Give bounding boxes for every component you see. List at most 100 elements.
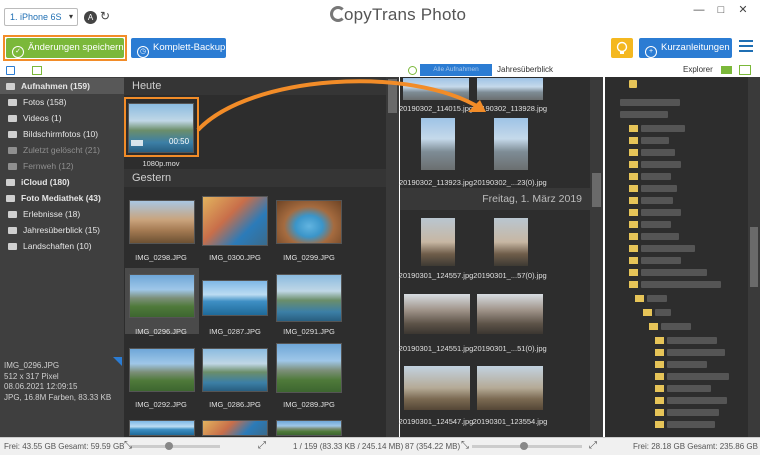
status-storage-iphone: Frei: 43.55 GB Gesamt: 59.59 GB xyxy=(4,442,125,451)
photo-thumbnail[interactable] xyxy=(477,366,543,410)
photo-thumbnail[interactable] xyxy=(202,420,268,436)
refresh-icon[interactable]: ↻ xyxy=(100,9,110,23)
tree-node[interactable] xyxy=(667,397,727,404)
photo-thumbnail[interactable] xyxy=(494,218,528,266)
sidebar-item-landschaften[interactable]: Landschaften (10) xyxy=(0,238,124,254)
right-scrollbar[interactable] xyxy=(590,77,603,437)
tree-node[interactable] xyxy=(641,125,685,132)
photo-thumbnail[interactable] xyxy=(202,196,268,246)
photo-caption: IMG_0287.JPG xyxy=(209,327,261,336)
photo-thumbnail[interactable] xyxy=(129,348,195,392)
zoom-slider-iphone[interactable] xyxy=(130,445,220,448)
tree-node[interactable] xyxy=(641,149,675,156)
zoom-slider-knob[interactable] xyxy=(165,442,173,450)
tree-node[interactable] xyxy=(667,385,711,392)
sidebar-item-fotos[interactable]: Fotos (158) xyxy=(0,94,124,110)
sidebar-item-erlebnisse[interactable]: Erlebnisse (18) xyxy=(0,206,124,222)
scrollbar-thumb[interactable] xyxy=(750,227,758,287)
sidebar-item-aufnahmen[interactable]: Aufnahmen (159) xyxy=(0,78,124,94)
sidebar-item-zuletzt-geloescht[interactable]: Zuletzt gelöscht (21) xyxy=(0,142,124,158)
sidebar-item-label: Landschaften (10) xyxy=(23,241,92,251)
tree-node[interactable] xyxy=(641,137,669,144)
photo-thumbnail[interactable] xyxy=(404,294,470,334)
save-label: Änderungen speichern xyxy=(28,42,124,53)
photo-thumbnail[interactable] xyxy=(276,274,342,322)
sidebar-item-jahresueberblick[interactable]: Jahresüberblick (15) xyxy=(0,222,124,238)
tab-jahresueberblick[interactable]: Jahresüberblick xyxy=(497,64,553,76)
tree-node[interactable] xyxy=(641,161,681,168)
menu-icon[interactable] xyxy=(739,40,753,54)
tree-node[interactable] xyxy=(661,323,691,330)
tree-node[interactable] xyxy=(667,361,707,368)
tree-node[interactable] xyxy=(641,221,671,228)
photo-thumbnail[interactable] xyxy=(477,294,543,334)
sidebar-item-foto-mediathek[interactable]: Foto Mediathek (43) xyxy=(0,190,124,206)
tree-node[interactable] xyxy=(647,295,667,302)
photo-thumbnail[interactable] xyxy=(276,343,342,393)
photo-thumbnail[interactable] xyxy=(421,218,455,266)
checkmark-icon: ✓ xyxy=(12,46,24,58)
sidebar-item-icloud[interactable]: iCloud (180) xyxy=(0,174,124,190)
add-folder-icon[interactable] xyxy=(739,65,751,75)
date-header: Freitag, 1. März 2019 xyxy=(400,188,590,210)
photo-thumbnail[interactable] xyxy=(276,200,342,244)
photo-thumbnail[interactable] xyxy=(129,200,195,244)
backup-button[interactable]: ◷ Komplett-Backup xyxy=(131,38,226,58)
tree-node[interactable] xyxy=(641,185,677,192)
tree-node[interactable] xyxy=(641,281,721,288)
scrollbar-thumb[interactable] xyxy=(592,173,601,207)
account-icon[interactable]: A xyxy=(84,11,97,24)
photo-caption: IMG_0286.JPG xyxy=(209,400,261,409)
photo-thumbnail[interactable] xyxy=(404,366,470,410)
save-button[interactable]: ✓ Änderungen speichern xyxy=(6,38,124,58)
maximize-button[interactable]: □ xyxy=(710,4,732,16)
tree-node[interactable] xyxy=(641,233,679,240)
zoom-in-icon[interactable]: ⤢ xyxy=(589,440,597,451)
tree-node[interactable] xyxy=(667,421,715,428)
zoom-slider-knob[interactable] xyxy=(520,442,528,450)
explorer-label: Explorer xyxy=(683,65,713,74)
tree-node[interactable] xyxy=(667,409,719,416)
photo-thumbnail[interactable] xyxy=(202,280,268,316)
photo-thumbnail[interactable] xyxy=(202,348,268,392)
video-thumbnail[interactable]: 00:50 xyxy=(128,103,194,153)
minimize-button[interactable]: — xyxy=(688,4,710,16)
tree-node[interactable] xyxy=(641,269,707,276)
zoom-out-icon[interactable]: ⤡ xyxy=(124,440,132,451)
collapse-icon[interactable] xyxy=(6,66,15,75)
add-album-icon[interactable] xyxy=(32,66,42,75)
guides-button[interactable]: + Kurzanleitungen xyxy=(639,38,732,58)
tree-node[interactable] xyxy=(667,349,725,356)
tree-node[interactable] xyxy=(620,99,680,106)
clock-icon: ◷ xyxy=(137,46,149,58)
photo-thumbnail[interactable] xyxy=(129,420,195,436)
zoom-in-icon[interactable]: ⤢ xyxy=(258,440,266,451)
photo-thumbnail[interactable] xyxy=(129,274,195,318)
explorer-scrollbar[interactable] xyxy=(748,77,760,437)
zoom-out-icon[interactable]: ⤡ xyxy=(461,440,469,451)
sidebar-item-videos[interactable]: Videos (1) xyxy=(0,110,124,126)
status-storage-pc: Frei: 28.18 GB Gesamt: 235.86 GB xyxy=(633,442,758,451)
tree-node[interactable] xyxy=(641,257,681,264)
tip-button[interactable] xyxy=(611,38,633,58)
album-icon xyxy=(8,211,17,218)
tree-node[interactable] xyxy=(641,245,695,252)
tree-node[interactable] xyxy=(641,173,671,180)
photo-thumbnail[interactable] xyxy=(494,118,528,170)
tree-node[interactable] xyxy=(667,373,729,380)
folder-icon xyxy=(629,245,638,252)
tree-node[interactable] xyxy=(667,337,717,344)
folder-icon xyxy=(635,295,644,302)
tree-node[interactable] xyxy=(641,209,681,216)
close-button[interactable]: ✕ xyxy=(732,3,754,16)
tree-node[interactable] xyxy=(641,197,673,204)
tree-node[interactable] xyxy=(620,111,668,118)
tree-node[interactable] xyxy=(655,309,671,316)
folder-icon xyxy=(643,309,652,316)
sidebar-item-fernweh[interactable]: Fernweh (12) xyxy=(0,158,124,174)
photo-thumbnail[interactable] xyxy=(276,420,342,436)
lightbulb-icon xyxy=(616,41,628,54)
folder-icon[interactable] xyxy=(721,66,732,74)
sidebar-item-bildschirmfotos[interactable]: Bildschirmfotos (10) xyxy=(0,126,124,142)
device-selector[interactable]: 1. iPhone 6S ▾ xyxy=(4,8,78,26)
